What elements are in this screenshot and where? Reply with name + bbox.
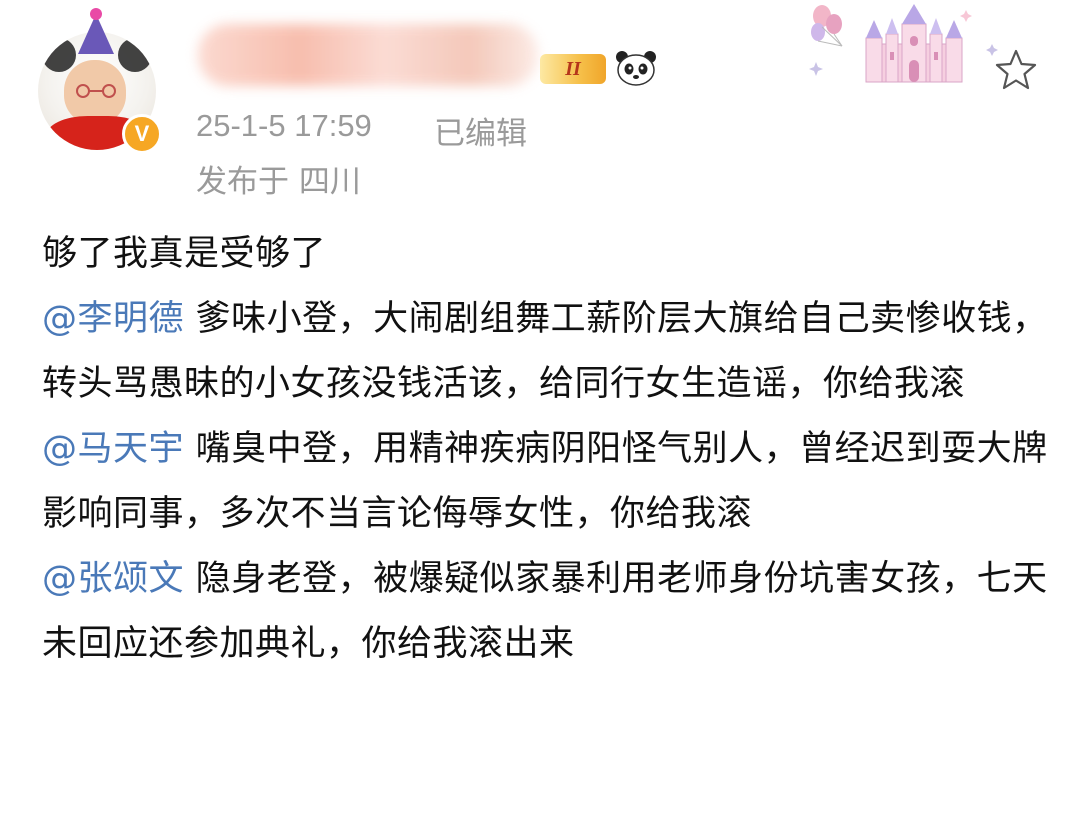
mention-link[interactable]: @张颂文 [42,559,184,599]
verified-icon: V [122,114,162,154]
star-icon[interactable] [994,48,1038,92]
mention-text: 嘴臭中登，用精神疾病阴阳怪气别人，曾经迟到耍大牌影响同事，多次不当言论侮辱女性，… [42,429,1048,534]
post-line: 够了我真是受够了 [42,234,327,274]
weibo-post: V II 25-1-5 17:59 已编辑 发布于 四川 够了我真是受够了 @李… [0,0,1080,830]
post-location: 发布于 四川 [196,164,361,200]
post-content: 够了我真是受够了 @李明德 爹味小登，大闹剧组舞工薪阶层大旗给自己卖惨收钱，转头… [42,222,1052,677]
avatar[interactable]: V [38,8,166,154]
username-blurred[interactable] [198,24,538,86]
party-hat-icon [78,14,114,54]
castle-decoration [809,4,998,83]
post-paragraph: @张颂文 隐身老登，被爆疑似家暴利用老师身份坑害女孩，七天未回应还参加典礼，你给… [42,547,1052,677]
post-paragraph: @马天宇 嘴臭中登，用精神疾病阴阳怪气别人，曾经迟到耍大牌影响同事，多次不当言论… [42,417,1052,547]
level-badge[interactable]: II [540,54,606,84]
mention-text: 爹味小登，大闹剧组舞工薪阶层大旗给自己卖惨收钱，转头骂愚昧的小女孩没钱活该，给同… [42,299,1048,404]
mention-link[interactable]: @李明德 [42,299,184,339]
glasses-icon [76,84,116,98]
post-timestamp: 25-1-5 17:59 [196,108,372,143]
edited-label[interactable]: 已编辑 [434,108,527,153]
post-paragraph: @李明德 爹味小登，大闹剧组舞工薪阶层大旗给自己卖惨收钱，转头骂愚昧的小女孩没钱… [42,287,1052,417]
mention-text: 隐身老登，被爆疑似家暴利用老师身份坑害女孩，七天未回应还参加典礼，你给我滚出来 [42,559,1048,664]
mention-link[interactable]: @马天宇 [42,429,184,469]
panda-icon [616,51,656,86]
